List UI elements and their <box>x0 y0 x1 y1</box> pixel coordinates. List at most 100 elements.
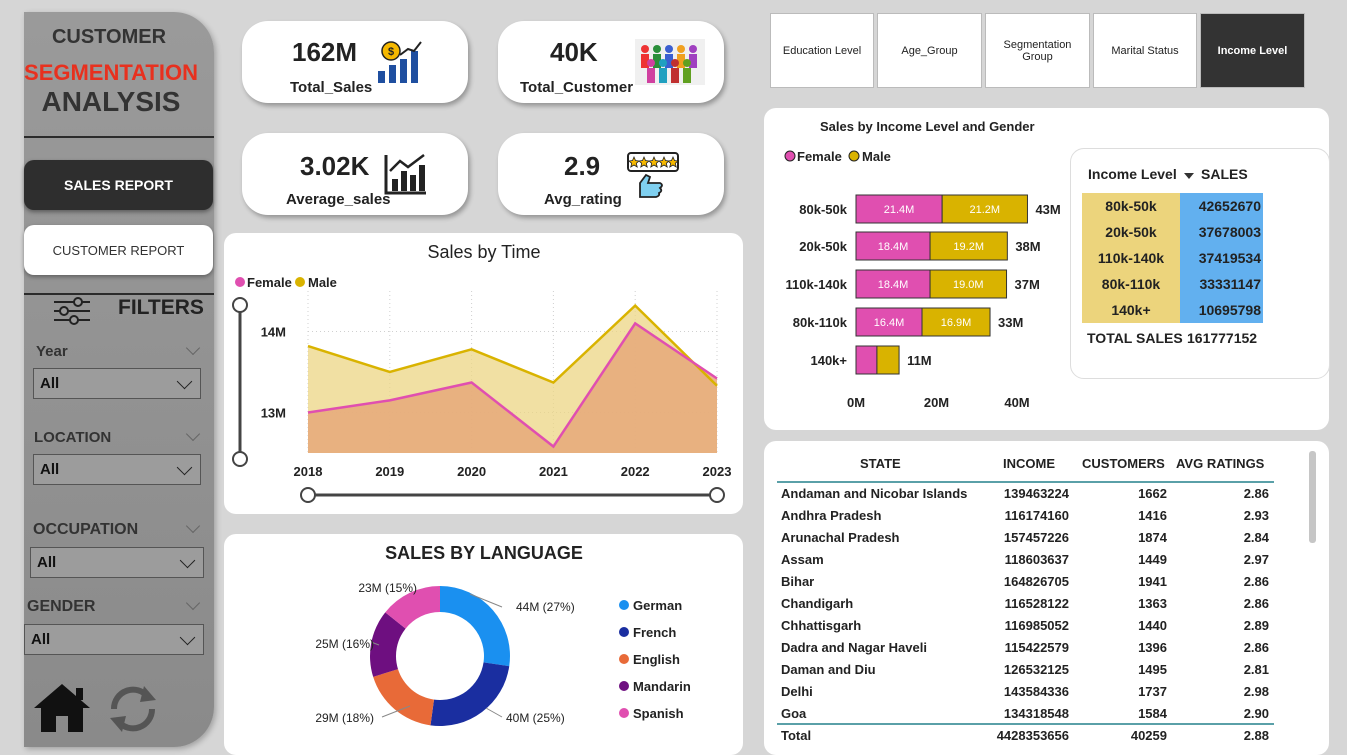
customers-cell: 1584 <box>1138 706 1167 721</box>
x-range-handle-left[interactable] <box>300 487 316 503</box>
bar-data-label: 21.2M <box>970 204 1001 216</box>
table-row[interactable]: Goa 134318548 1584 2.90 <box>777 703 1274 725</box>
bar-total-label: 33M <box>998 315 1023 330</box>
y-range-handle-bottom[interactable] <box>232 451 248 467</box>
kpi-label: Average_sales <box>286 191 391 208</box>
table-row[interactable]: Daman and Diu 126532125 1495 2.81 <box>777 659 1274 681</box>
gender-dropdown[interactable]: All <box>24 624 204 655</box>
state-cell: Dadra and Nagar Haveli <box>781 640 927 655</box>
occupation-value: All <box>37 554 57 571</box>
table-scrollbar[interactable] <box>1309 451 1316 543</box>
table-row[interactable]: Chandigarh 116528122 1363 2.86 <box>777 593 1274 615</box>
column-header-state[interactable]: STATE <box>860 456 901 471</box>
tab-income-level[interactable]: Income Level <box>1200 13 1305 88</box>
refresh-icon[interactable] <box>104 680 162 738</box>
year-dropdown[interactable]: All <box>33 368 201 399</box>
avg-rating-cell: 2.86 <box>1243 640 1269 655</box>
tab-marital-status[interactable]: Marital Status <box>1093 13 1197 88</box>
x-tick-label: 2020 <box>457 464 486 479</box>
total-sales-value: 161777152 <box>1187 330 1258 346</box>
pie-data-label: 44M (27%) <box>516 600 575 614</box>
table-row[interactable]: Andhra Pradesh 116174160 1416 2.93 <box>777 505 1274 527</box>
bar-data-label: 16.9M <box>941 317 972 329</box>
slicer-label-year: Year <box>36 343 68 360</box>
legend-female-label: Female <box>797 149 842 164</box>
sort-desc-icon[interactable] <box>1184 173 1194 179</box>
table-row[interactable]: Dadra and Nagar Haveli 115422579 1396 2.86 <box>777 637 1274 659</box>
chevron-down-icon[interactable] <box>185 595 201 611</box>
legend-male-dot <box>848 150 860 162</box>
slicer-label-occupation: OCCUPATION <box>33 521 139 538</box>
legend-male-label: Male <box>308 275 337 290</box>
column-header-customers[interactable]: CUSTOMERS <box>1082 456 1165 471</box>
column-header-income[interactable]: INCOME <box>1003 456 1055 471</box>
sales-cell: 33331147 <box>1180 271 1263 297</box>
sales-by-language-chart: SALES BY LANGUAGE 44M (27%) 40M (25%) 29M … <box>315 543 691 726</box>
x-tick-label: 2022 <box>621 464 650 479</box>
x-range-handle-right[interactable] <box>709 487 725 503</box>
sales-cell: 10695798 <box>1180 297 1263 323</box>
chevron-down-icon[interactable] <box>185 426 201 442</box>
customer-report-button[interactable]: CUSTOMER REPORT <box>24 225 213 275</box>
pie-data-label: 29M (18%) <box>315 711 374 725</box>
income-cell: 116528122 <box>1004 596 1069 611</box>
legend-dot-german <box>619 600 629 610</box>
state-cell: Daman and Diu <box>781 662 876 677</box>
bar-female[interactable] <box>855 345 878 375</box>
chevron-down-icon[interactable] <box>185 518 201 534</box>
bar-growth-icon <box>384 154 426 195</box>
y-tick-label: 13M <box>261 406 286 421</box>
year-value: All <box>40 375 60 392</box>
sales-by-time-chart: Sales by Time Female Male 13M 14M 2018 2019… <box>232 242 731 503</box>
pie-slice-german[interactable] <box>440 586 510 667</box>
chevron-down-icon[interactable] <box>185 340 201 356</box>
customers-cell: 1874 <box>1138 530 1167 545</box>
chevron-down-icon <box>179 552 196 569</box>
avg-rating-cell: 2.86 <box>1243 596 1269 611</box>
income-cell: 126532125 <box>1003 662 1069 677</box>
tab-age-group[interactable]: Age_Group <box>877 13 982 88</box>
x-tick-label: 40M <box>1004 395 1029 410</box>
column-header-sales[interactable]: SALES <box>1201 166 1248 182</box>
occupation-dropdown[interactable]: All <box>30 547 204 578</box>
column-header-income-level[interactable]: Income Level <box>1088 166 1177 182</box>
avg-rating-cell: 2.93 <box>1243 508 1269 523</box>
column-header-avg-ratings[interactable]: AVG RATINGS <box>1176 456 1264 471</box>
kpi-label: Total_Sales <box>290 79 373 96</box>
table-row[interactable]: Andaman and Nicobar Islands 139463224 1662… <box>777 483 1274 505</box>
table-row[interactable]: Chhattisgarh 116985052 1440 2.89 <box>777 615 1274 637</box>
slicer-label-gender: GENDER <box>27 598 96 615</box>
income-cell: 157457226 <box>1003 530 1069 545</box>
x-tick-label: 2018 <box>294 464 323 479</box>
income-level-cell: 20k-50k <box>1082 219 1180 245</box>
legend-male-dot <box>295 277 305 287</box>
bar-total-label: 38M <box>1015 239 1040 254</box>
sales-report-button[interactable]: SALES REPORT <box>24 160 213 210</box>
leader-line <box>485 707 503 718</box>
income-cell: 134318548 <box>1003 706 1069 721</box>
avg-rating-cell: 2.81 <box>1243 662 1269 677</box>
pie-data-label: 25M (16%) <box>315 637 374 651</box>
customers-cell: 1396 <box>1138 640 1167 655</box>
filters-label: FILTERS <box>118 296 204 319</box>
state-cell: Bihar <box>781 574 815 589</box>
x-tick-label: 0M <box>847 395 865 410</box>
table-row[interactable]: Assam 118603637 1449 2.97 <box>777 549 1274 571</box>
tab-education-level[interactable]: Education Level <box>770 13 874 88</box>
legend-label-german: German <box>633 598 682 613</box>
income-level-cell: 110k-140k <box>1082 245 1180 271</box>
home-icon[interactable] <box>32 682 92 734</box>
sidebar: CUSTOMER SEGMENTATION ANALYSIS SALES REP… <box>24 12 214 747</box>
table-row[interactable]: Delhi 143584336 1737 2.98 <box>777 681 1274 703</box>
tab-segmentation-group[interactable]: Segmentation Group <box>985 13 1090 88</box>
y-range-handle-top[interactable] <box>232 297 248 313</box>
table-row[interactable]: Bihar 164826705 1941 2.86 <box>777 571 1274 593</box>
location-dropdown[interactable]: All <box>33 454 201 485</box>
legend-dot-english <box>619 654 629 664</box>
kpi-value: 40K <box>550 37 598 67</box>
table-row[interactable]: Arunachal Pradesh 157457226 1874 2.84 <box>777 527 1274 549</box>
income-level-table: Income Level SALES 80k-50k 42652670 20k-50… <box>1070 148 1330 379</box>
kpi-value: 162M <box>292 37 358 67</box>
pie-slice-french[interactable] <box>430 662 510 726</box>
bar-male[interactable] <box>876 345 900 375</box>
